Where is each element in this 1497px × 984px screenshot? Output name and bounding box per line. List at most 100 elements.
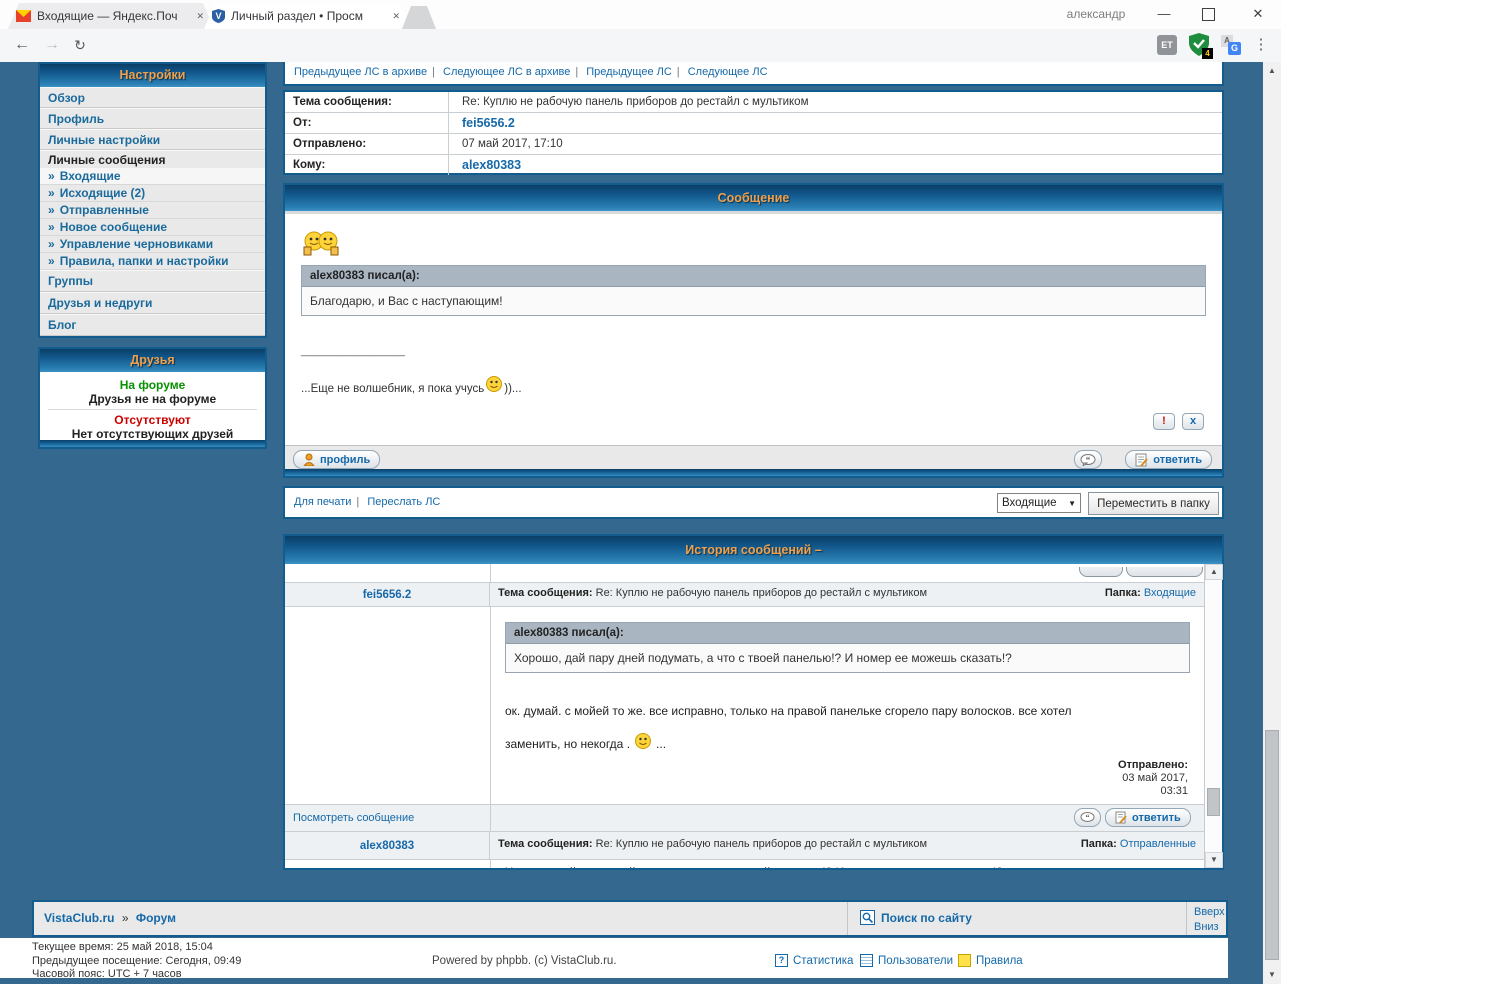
tab-title: Личный раздел • Просм <box>231 9 384 23</box>
sidebar-item-rules-folders[interactable]: »Правила, папки и настройки <box>40 253 265 270</box>
person-icon <box>303 453 315 466</box>
report-button[interactable]: ! <box>1153 413 1175 430</box>
quote-button[interactable]: “ <box>1074 450 1102 469</box>
message-details-table: Тема сообщения: Re: Куплю не рабочую пан… <box>283 90 1224 175</box>
statistics-link[interactable]: Статистика <box>793 955 853 967</box>
window-close-button[interactable]: ✕ <box>1243 3 1273 25</box>
divider <box>847 902 848 935</box>
history-message-text: заменить, но некогда . <box>505 737 630 751</box>
sidebar-item-groups[interactable]: Группы <box>40 270 265 292</box>
prev-pm-link[interactable]: Предыдущее ЛС <box>586 66 672 78</box>
to-user-link[interactable]: alex80383 <box>449 158 521 172</box>
browser-tab-yandex-mail[interactable]: Входящие — Яндекс.Поч ✕ <box>8 3 214 29</box>
sidebar-section-label: Личные сообщения <box>48 153 165 167</box>
forward-pm-link[interactable]: Переслать ЛС <box>367 496 440 508</box>
folder-select[interactable]: Входящие ▼ <box>997 493 1081 513</box>
forward-icon[interactable]: → <box>40 33 64 57</box>
move-to-folder-button[interactable]: Переместить в папку <box>1088 492 1219 515</box>
members-link[interactable]: Пользователи <box>878 955 953 967</box>
history-row-partial-bottom: Хорошо, дай пару дней подумать, а что с … <box>285 860 1204 868</box>
reply-button[interactable]: ответить <box>1125 450 1212 469</box>
scroll-to-top-link[interactable]: Вверх <box>1194 905 1225 920</box>
sidebar-item-inbox[interactable]: »Входящие <box>40 168 265 185</box>
scroll-up-icon[interactable]: ▲ <box>1205 564 1223 580</box>
sidebar-item-label: Входящие <box>60 169 121 183</box>
breadcrumb-site-link[interactable]: VistaClub.ru <box>44 911 114 925</box>
reload-icon[interactable]: ↻ <box>68 33 92 57</box>
sidebar-item-sent[interactable]: »Отправленные <box>40 202 265 219</box>
reply-button-partial[interactable] <box>1126 567 1203 577</box>
sidebar-item-overview[interactable]: Обзор <box>40 87 265 108</box>
signature-text: ...Еще не волшебник, я пока учусь <box>301 383 484 395</box>
quote-block: alex80383 писал(а): Хорошо, дай пару дне… <box>505 622 1190 673</box>
reply-button-label: ответить <box>1153 454 1202 466</box>
browser-scrollbar[interactable]: ▲ ▼ <box>1263 62 1281 984</box>
quote-button[interactable]: “ <box>1074 808 1101 827</box>
scroll-to-bottom-link[interactable]: Вниз <box>1194 920 1225 935</box>
scrollbar-thumb[interactable] <box>1207 788 1220 816</box>
extension-et-icon[interactable]: ET <box>1157 35 1177 55</box>
sidebar-item-friends-foes[interactable]: Друзья и недруги <box>40 292 265 314</box>
sidebar-item-personal-settings[interactable]: Личные настройки <box>40 129 265 150</box>
signature-tail: ))... <box>504 383 521 395</box>
history-message-line: ок. думай. с мойей то же. все исправно, … <box>505 704 1072 718</box>
profile-button-label: профиль <box>320 454 370 466</box>
profile-button[interactable]: профиль <box>293 450 380 469</box>
sidebar-item-blog[interactable]: Блог <box>40 314 265 336</box>
sidebar-item-new-message[interactable]: »Новое сообщение <box>40 219 265 236</box>
window-maximize-button[interactable] <box>1202 8 1215 21</box>
tab-close-icon[interactable]: ✕ <box>390 11 402 22</box>
site-search[interactable]: Поиск по сайту <box>860 910 972 925</box>
browser-menu-icon[interactable]: ⋮ <box>1250 33 1272 57</box>
history-folder-link[interactable]: Входящие <box>1144 587 1196 599</box>
next-pm-archive-link[interactable]: Следующее ЛС в архиве <box>443 66 570 78</box>
quote-text: Благодарю, и Вас с наступающим! <box>302 287 1205 315</box>
back-icon[interactable]: ← <box>10 33 34 57</box>
settings-box-title: Настройки <box>40 64 265 87</box>
quote-text: Хорошо, дай пару дней подумать, а что с … <box>506 644 1189 672</box>
history-view-cell: Посмотреть сообщение <box>285 805 491 831</box>
scroll-down-icon[interactable]: ▼ <box>1205 852 1223 868</box>
window-minimize-button[interactable]: — <box>1149 3 1179 25</box>
sidebar-item-drafts[interactable]: »Управление черновиками <box>40 236 265 253</box>
table-row: От: fei5656.2 <box>285 113 1222 134</box>
breadcrumb-forum-link[interactable]: Форум <box>136 911 176 925</box>
reply-button[interactable]: ответить <box>1105 808 1191 827</box>
table-row: Тема сообщения: Re: Куплю не рабочую пан… <box>285 92 1222 113</box>
sidebar-item-profile[interactable]: Профиль <box>40 108 265 129</box>
cheers-emoticon <box>301 229 341 262</box>
footer-users[interactable]: Пользователи <box>860 954 953 967</box>
extension-shield-icon[interactable]: 4 <box>1189 33 1209 56</box>
rules-link[interactable]: Правила <box>976 955 1023 967</box>
history-author-link[interactable]: alex80383 <box>285 832 490 859</box>
history-scrollbar[interactable]: ▲ ▼ <box>1204 564 1222 868</box>
tab-close-icon[interactable]: ✕ <box>194 11 206 22</box>
pm-nav-bar: Предыдущее ЛС в архиве| Следующее ЛС в а… <box>283 62 1224 86</box>
sidebar-item-outbox[interactable]: »Исходящие (2) <box>40 185 265 202</box>
footer-stats[interactable]: ? Статистика <box>775 954 853 967</box>
history-row-partial-top <box>285 564 1204 583</box>
history-folder-link[interactable]: Отправленные <box>1120 838 1196 850</box>
from-user-link[interactable]: fei5656.2 <box>449 116 515 130</box>
view-message-link[interactable]: Посмотреть сообщение <box>285 812 414 824</box>
prev-pm-archive-link[interactable]: Предыдущее ЛС в архиве <box>294 66 427 78</box>
history-sent-date: 03 май 2017, <box>1118 772 1188 785</box>
screen: Входящие — Яндекс.Поч ✕ V Личный раздел … <box>0 0 1497 984</box>
new-tab-stub[interactable] <box>402 6 436 29</box>
scrollbar-thumb[interactable] <box>1265 730 1279 960</box>
print-link[interactable]: Для печати <box>294 496 351 508</box>
delete-button[interactable]: x <box>1182 413 1204 430</box>
history-row-header: alex80383 Тема сообщения: Re: Куплю не р… <box>285 832 1204 860</box>
site-search-label[interactable]: Поиск по сайту <box>881 911 972 925</box>
history-author-link[interactable]: fei5656.2 <box>285 583 490 606</box>
extension-translate-icon[interactable]: A G <box>1221 35 1241 55</box>
scroll-up-icon[interactable]: ▲ <box>1263 66 1281 75</box>
quote-author: alex80383 писал(а): <box>302 266 1205 287</box>
history-partial-text: Хорошо, дай пару дней подумать, а что с … <box>505 865 1003 868</box>
scroll-down-icon[interactable]: ▼ <box>1263 970 1281 979</box>
browser-tab-vistaclub[interactable]: V Личный раздел • Просм ✕ <box>204 3 410 29</box>
quote-button-partial[interactable] <box>1079 567 1123 577</box>
next-pm-link[interactable]: Следующее ЛС <box>688 66 768 78</box>
sidebar-item-label: Новое сообщение <box>60 220 167 234</box>
footer-rules[interactable]: Правила <box>958 954 1023 967</box>
